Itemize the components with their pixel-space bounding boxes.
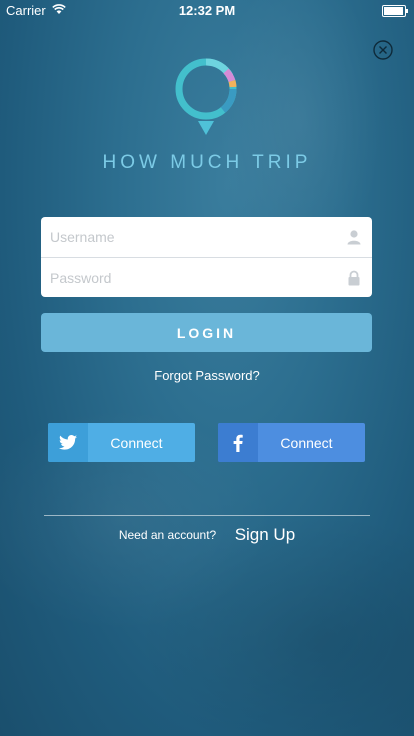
password-field-row (41, 257, 372, 297)
battery-icon (382, 5, 408, 17)
facebook-icon (233, 434, 243, 452)
facebook-connect-label: Connect (280, 434, 333, 451)
username-field-row (41, 217, 372, 257)
twitter-connect-label: Connect (110, 434, 163, 451)
app-title: HOW MUCH TRIP (102, 152, 312, 173)
location-pin-logo-icon (175, 58, 237, 135)
lock-icon (346, 270, 362, 286)
divider (44, 515, 370, 516)
app-logo (168, 55, 244, 139)
signup-link[interactable]: Sign Up (235, 525, 295, 544)
twitter-icon-box (48, 423, 88, 462)
password-input[interactable] (41, 258, 330, 297)
twitter-connect-button[interactable]: Connect (48, 423, 195, 462)
facebook-icon-box (218, 423, 258, 462)
close-icon (373, 40, 393, 60)
username-input[interactable] (41, 217, 330, 257)
login-form (41, 217, 372, 297)
forgot-password-link[interactable]: Forgot Password? (0, 368, 414, 383)
facebook-connect-button[interactable]: Connect (218, 423, 365, 462)
status-time: 12:32 PM (178, 3, 236, 18)
login-button[interactable]: LOGIN (41, 313, 372, 352)
signup-row: Need an account? Sign Up (0, 525, 414, 545)
status-bar: Carrier 12:32 PM (0, 0, 414, 20)
user-icon (346, 229, 362, 245)
twitter-icon (59, 435, 77, 450)
close-button[interactable] (373, 40, 393, 60)
need-account-text: Need an account? (118, 528, 217, 542)
